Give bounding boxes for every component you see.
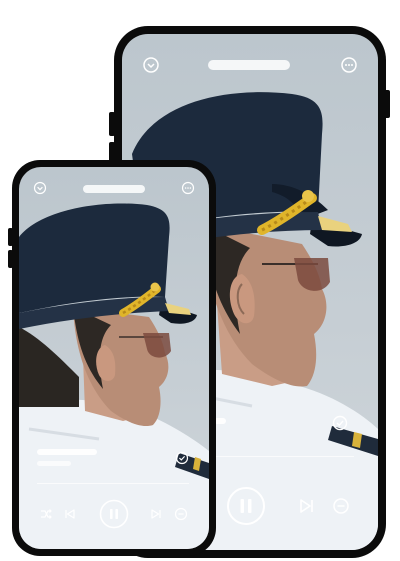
- minus-circle-icon[interactable]: [174, 507, 188, 521]
- pause-icon[interactable]: [99, 499, 129, 529]
- small-phone-drag-handle[interactable]: [83, 185, 145, 193]
- chevron-down-circle-icon[interactable]: [142, 56, 160, 74]
- check-circle-icon[interactable]: [332, 415, 348, 431]
- more-horizontal-circle-icon[interactable]: [181, 181, 195, 195]
- small-phone-volume-up: [8, 228, 13, 246]
- small-phone-volume-down: [8, 250, 13, 268]
- pause-icon[interactable]: [226, 486, 266, 526]
- minus-circle-icon[interactable]: [332, 497, 350, 515]
- small-phone-screen: [19, 167, 209, 549]
- small-phone-track-title-placeholder: [37, 449, 97, 455]
- skip-next-icon[interactable]: [296, 496, 316, 516]
- large-phone-drag-handle[interactable]: [208, 60, 290, 70]
- small-phone: [8, 160, 216, 556]
- small-phone-track-artist-placeholder: [37, 461, 71, 466]
- check-circle-icon[interactable]: [175, 451, 189, 465]
- small-phone-photo: [19, 203, 209, 549]
- skip-previous-icon[interactable]: [63, 507, 77, 521]
- more-horizontal-circle-icon[interactable]: [340, 56, 358, 74]
- large-phone-volume-up: [109, 112, 115, 136]
- small-phone-progress-track[interactable]: [37, 483, 189, 484]
- large-phone-side-button: [384, 90, 390, 118]
- skip-next-icon[interactable]: [149, 507, 163, 521]
- shuffle-icon[interactable]: [39, 507, 53, 521]
- large-phone-progress-track[interactable]: [214, 456, 354, 457]
- chevron-down-circle-icon[interactable]: [33, 181, 47, 195]
